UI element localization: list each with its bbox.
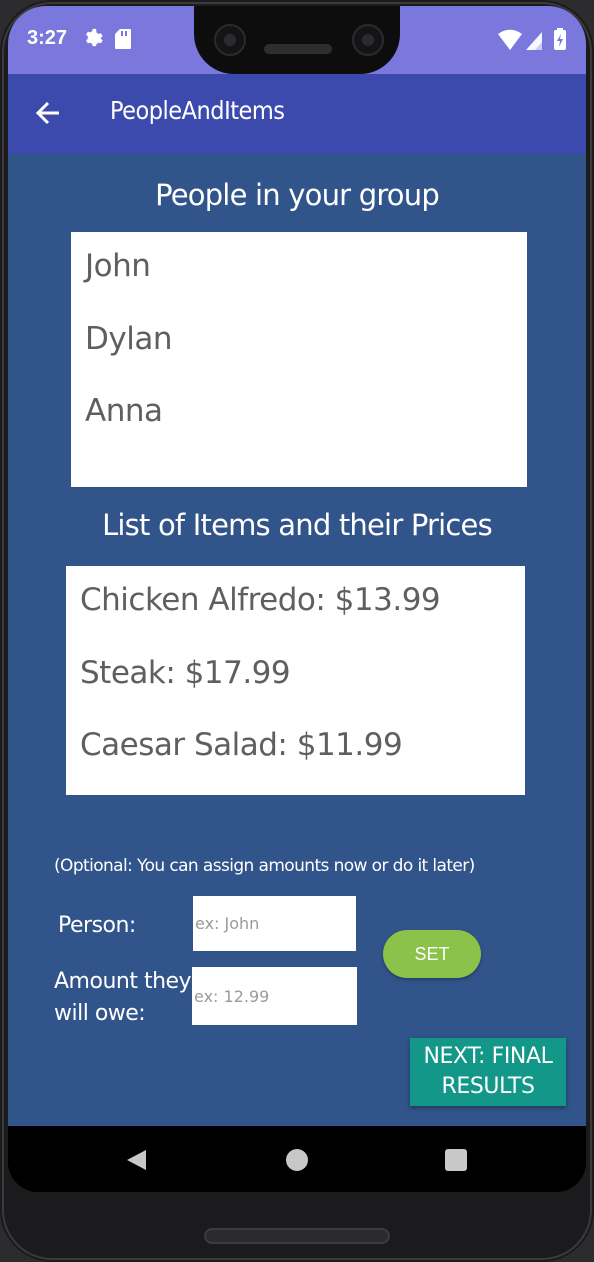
- amount-input[interactable]: [192, 967, 357, 1025]
- optional-note: (Optional: You can assign amounts now or…: [54, 856, 475, 876]
- gear-icon: [86, 28, 103, 47]
- screen: 3:27 PeopleAndItems People in your group…: [8, 6, 586, 1192]
- set-button[interactable]: SET: [383, 930, 481, 978]
- people-heading: People in your group: [155, 178, 440, 212]
- status-time: 3:27: [27, 27, 68, 49]
- amount-label: Amount they will owe:: [54, 966, 192, 1030]
- person-label: Person:: [58, 913, 136, 938]
- bottom-speaker: [204, 1228, 390, 1244]
- earpiece-speaker: [264, 44, 332, 54]
- system-nav-bar: [8, 1126, 586, 1192]
- page-title: PeopleAndItems: [110, 96, 285, 125]
- wifi-icon: [498, 29, 522, 50]
- items-list[interactable]: Chicken Alfredo: $13.99 Steak: $17.99 Ca…: [66, 566, 525, 795]
- people-list[interactable]: John Dylan Anna: [71, 232, 527, 487]
- app-bar: PeopleAndItems: [8, 74, 586, 154]
- next-button-line: RESULTS: [441, 1074, 535, 1099]
- main-content: People in your group John Dylan Anna Lis…: [8, 154, 586, 1126]
- front-camera-icon: [352, 24, 384, 56]
- item-row[interactable]: Chicken Alfredo: $13.99: [80, 582, 441, 618]
- cell-signal-icon: [526, 32, 542, 50]
- status-right-icons: [498, 28, 566, 50]
- phone-frame: 3:27 PeopleAndItems People in your group…: [0, 0, 594, 1262]
- person-item[interactable]: Anna: [85, 393, 163, 429]
- sd-card-icon: [115, 29, 131, 49]
- back-triangle-icon[interactable]: [124, 1148, 148, 1172]
- front-camera-icon: [214, 24, 246, 56]
- item-row[interactable]: Steak: $17.99: [80, 655, 291, 691]
- person-input[interactable]: [193, 896, 356, 951]
- item-row[interactable]: Caesar Salad: $11.99: [80, 727, 403, 763]
- person-item[interactable]: Dylan: [85, 321, 172, 357]
- arrow-left-icon[interactable]: [34, 99, 62, 127]
- items-heading: List of Items and their Prices: [102, 508, 493, 542]
- next-final-results-button[interactable]: NEXT: FINAL RESULTS: [410, 1038, 566, 1106]
- camera-notch: [194, 6, 400, 74]
- battery-icon: [554, 28, 566, 50]
- home-circle-icon[interactable]: [286, 1149, 308, 1171]
- recents-square-icon[interactable]: [445, 1149, 467, 1171]
- status-bar: 3:27: [8, 6, 586, 74]
- amount-label-line: Amount they: [54, 969, 192, 994]
- next-button-line: NEXT: FINAL: [423, 1044, 553, 1069]
- amount-label-line: will owe:: [54, 1001, 146, 1026]
- person-item[interactable]: John: [85, 248, 151, 284]
